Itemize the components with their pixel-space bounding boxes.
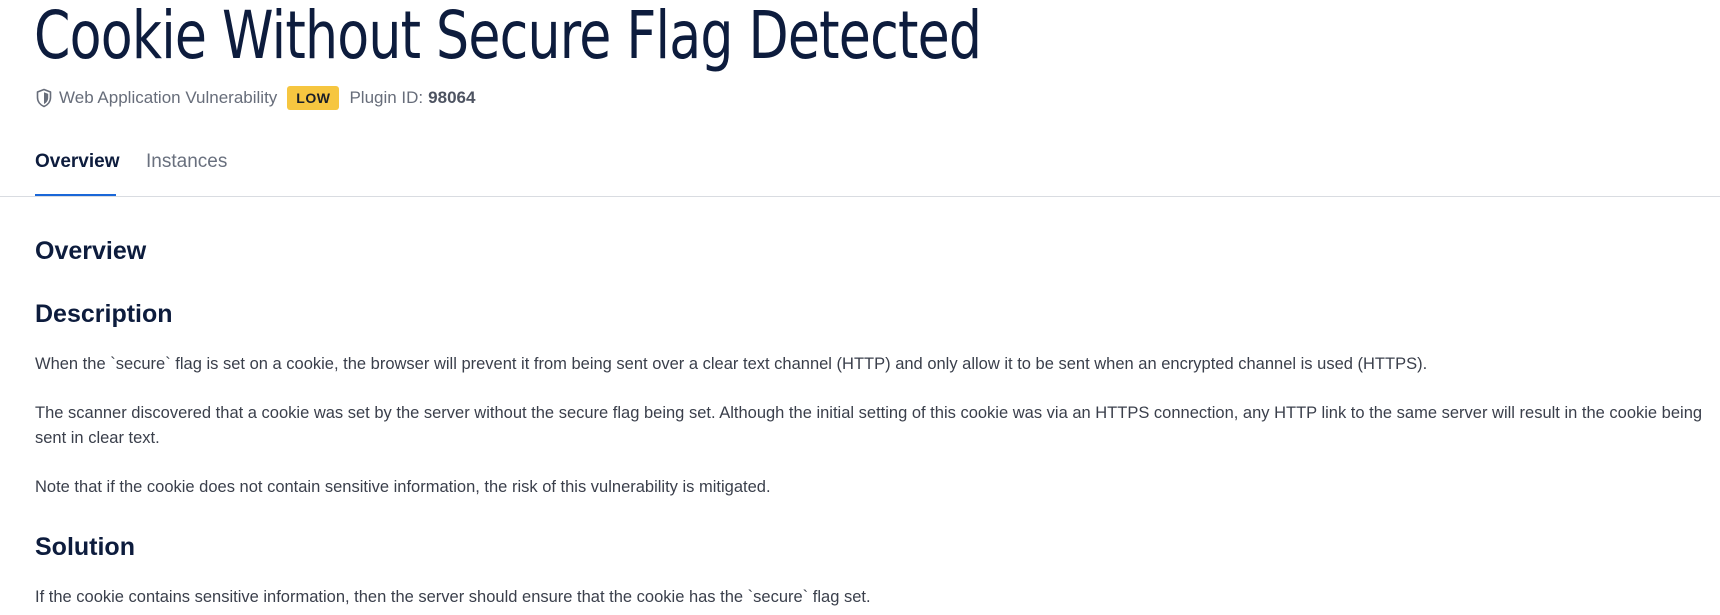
plugin-id-label: Plugin ID:: [349, 88, 424, 107]
tab-bar: Overview Instances: [0, 140, 1720, 197]
plugin-id-value: 98064: [428, 88, 476, 107]
vulnerability-detail-page: Cookie Without Secure Flag Detected Web …: [0, 0, 1720, 615]
description-heading: Description: [35, 300, 173, 328]
description-paragraph: When the `secure` flag is set on a cooki…: [35, 355, 1428, 373]
solution-heading: Solution: [35, 533, 135, 561]
overview-heading: Overview: [35, 237, 147, 265]
description-paragraph: Note that if the cookie does not contain…: [35, 478, 771, 496]
description-paragraph: The scanner discovered that a cookie was…: [35, 404, 1703, 447]
tab-overview[interactable]: Overview: [35, 151, 120, 196]
severity-badge: LOW: [287, 86, 340, 110]
vulnerability-meta: Web Application Vulnerability LOW Plugin…: [35, 84, 475, 112]
category-label: Web Application Vulnerability: [59, 88, 278, 107]
tab-instances[interactable]: Instances: [146, 151, 227, 196]
page-title: Cookie Without Secure Flag Detected: [34, 0, 982, 74]
solution-paragraph: If the cookie contains sensitive informa…: [35, 588, 871, 606]
shield-icon: [35, 88, 53, 108]
